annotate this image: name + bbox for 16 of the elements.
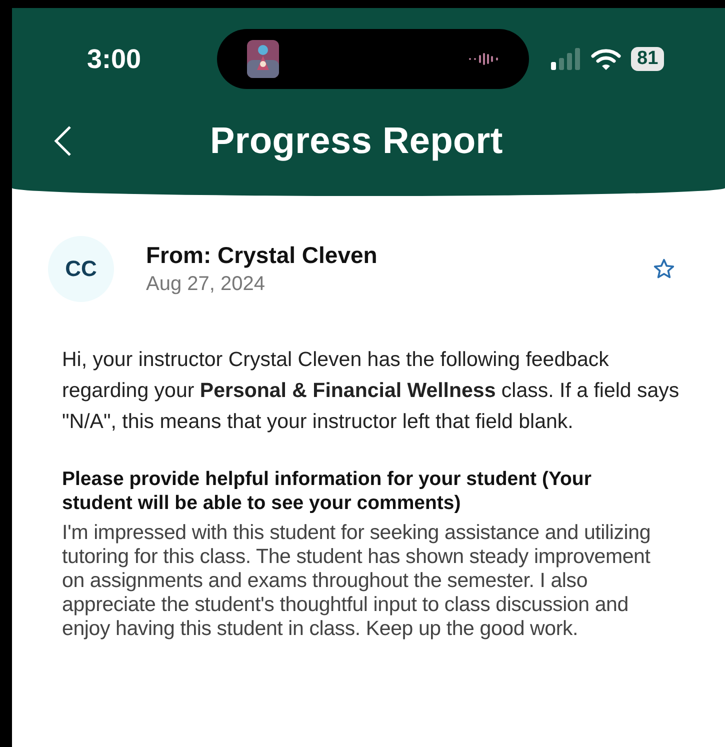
- star-icon: [653, 258, 675, 280]
- waveform-icon: [467, 52, 501, 66]
- field-question: Please provide helpful information for your student (Your student will be able to see your comments): [62, 467, 592, 515]
- star-button[interactable]: [653, 258, 675, 280]
- battery-level: 81: [631, 47, 664, 71]
- signal-icon: [551, 48, 581, 70]
- back-icon: [54, 125, 72, 157]
- sender-name: From: Crystal Cleven: [146, 242, 378, 269]
- back-button[interactable]: [54, 125, 72, 157]
- field-answer: I'm impressed with this student for seeking assistance and utilizing tutoring for this class. The student has shown steady improvement on assignments and exams throughout the semester. I also appreciate the student's thoughtful input to class discussion and enjoy having this student in class. Keep up the good work.: [62, 521, 652, 641]
- page-title: Progress Report: [210, 120, 503, 162]
- message-date: Aug 27, 2024: [146, 273, 266, 296]
- sender-avatar: CC: [48, 236, 114, 302]
- message-intro: Hi, your instructor Crystal Cleven has the following feedback regarding your Personal & Financial Wellness class. If a field says "N/A", this means that your instructor left that field blank.: [62, 347, 680, 435]
- status-time: 3:00: [87, 44, 142, 74]
- wifi-icon: [591, 48, 621, 70]
